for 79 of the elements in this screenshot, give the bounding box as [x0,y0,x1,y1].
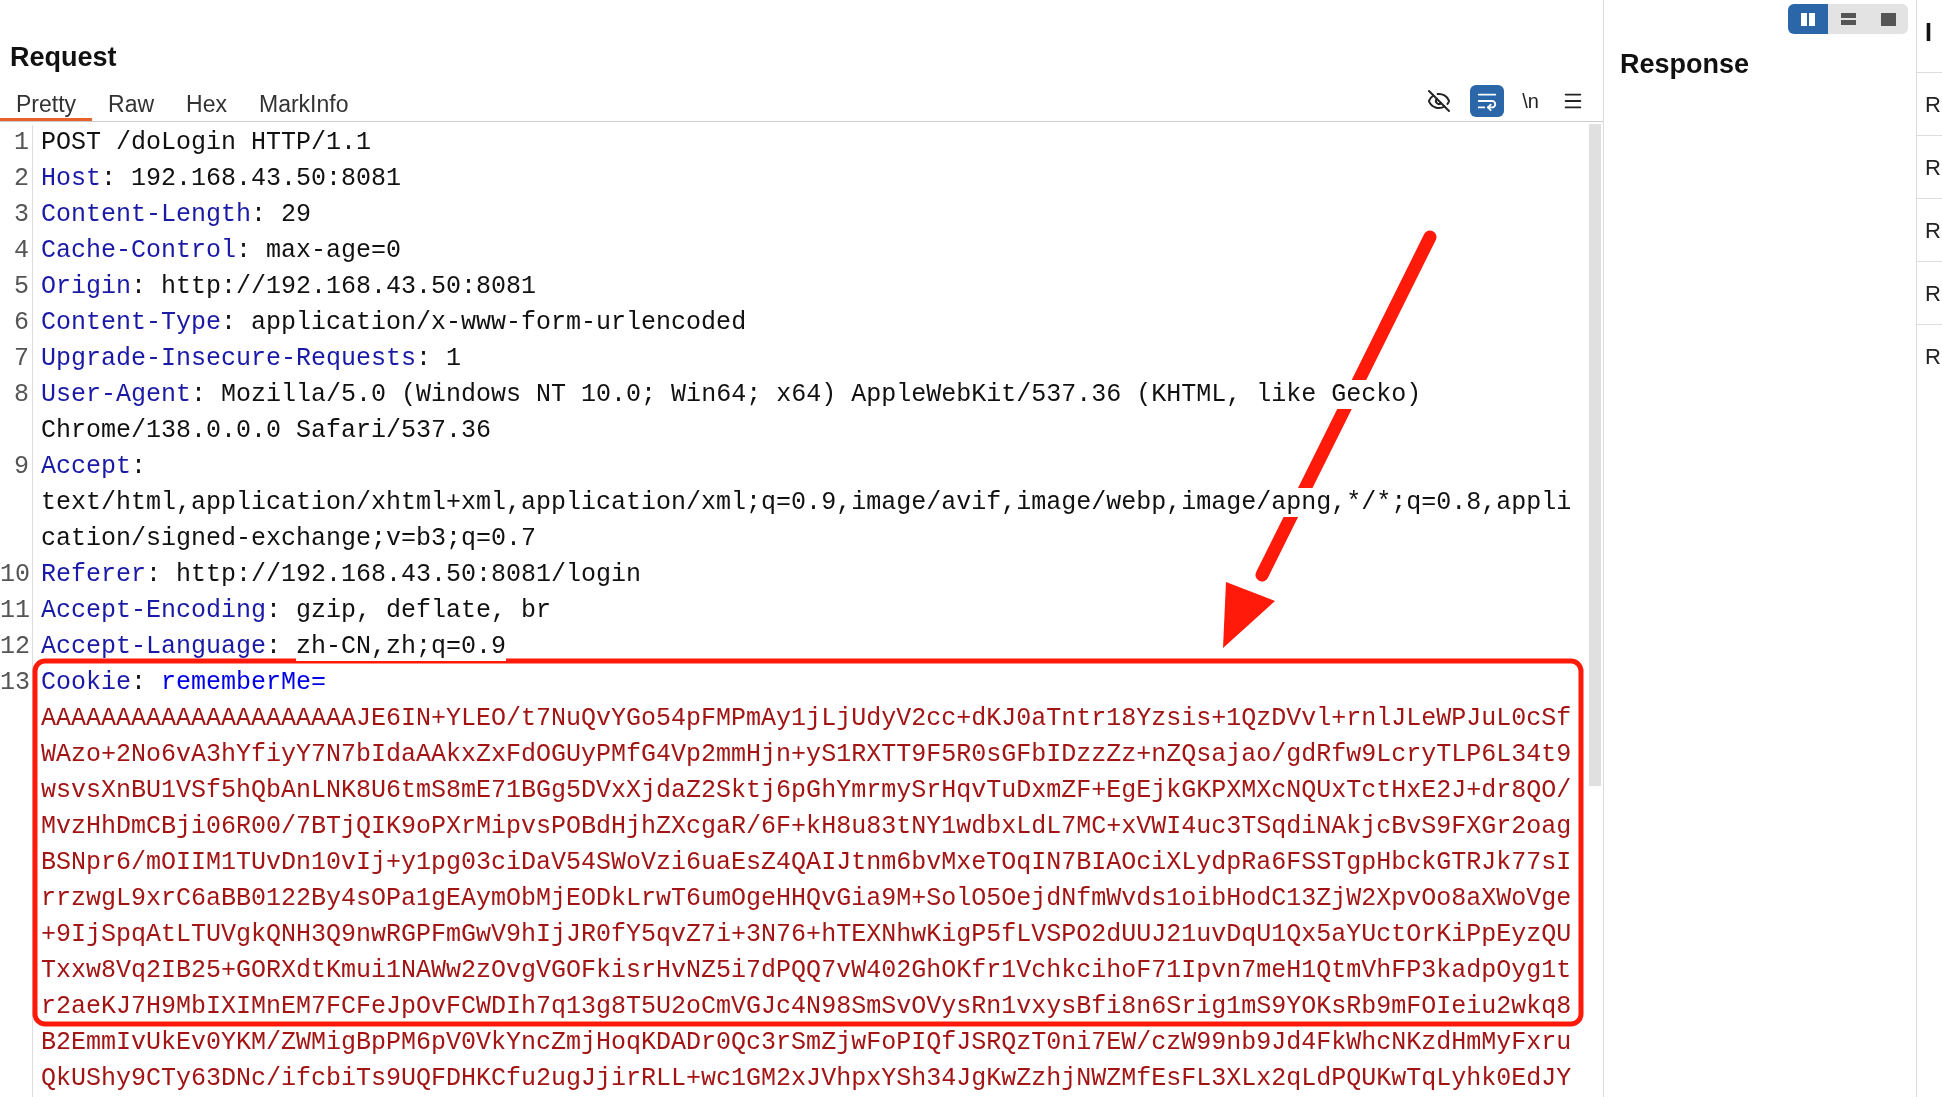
line-number: 1 [14,128,29,157]
editor-tab[interactable]: Pretty [0,87,93,121]
header-name: Origin [41,272,131,301]
line-number: 12 [0,632,30,661]
layout-toggle[interactable] [1828,4,1868,34]
header-separator: : [266,632,282,661]
header-separator: : [131,452,147,481]
columns-icon [1801,12,1815,26]
header-separator: : [146,560,162,589]
cookie-value: Txxw8Vq2IB25+GORXdtKmui1NAWw2zOvgVGOFkisrHvNZ5i7dPQQ7vW402GhOKfr1VchkcihoF71Ipvn7meH1QtmVhFP3kadpOyg1t [41,956,1572,985]
header-name: Host [41,164,101,193]
line-number: 11 [0,596,30,625]
layout-toggle[interactable] [1788,4,1828,34]
wrap-toggle[interactable] [1470,85,1505,117]
header-name: Accept-Language [41,632,267,661]
header-separator: : [266,596,282,625]
cookie-value: B2EmmIvUkEv0YKM/ZWMigBpPM6pV0VkYncZmjHoqKDADr0Qc3rSmZjwFoPIQfJSRQzT0ni7EW/czW99nb9Jd4FkWhcNKzdHmMyFxru [41,1028,1572,1057]
header-value: http://192.168.43.50:8081 [161,272,537,301]
line-number: 6 [14,308,29,337]
panel-title: Response [1619,48,1751,81]
header-value: application/x-www-form-urlencoded [251,308,747,337]
line-number: 13 [0,668,30,697]
cookie-value: MvzHhDmCBji06R00/7BTjQIK9oPXrMipvsPOBdHjhZXcgaR/6F+kH8u83tNY1wdbxLdL7MC+xVWI4uc3TSqdiNAkjcBvS9FXGr2oag [41,812,1572,841]
header-name: Accept-Encoding [41,596,267,625]
cookie-value: rrzwgL9xrC6aBB0122By4sOPa1gEAymObMjEODkLrwT6umOgeHHQvGia9M+SolO5OejdNfmWvds1oibHodC13ZjW2XpvOo8aXWoVge [41,884,1572,913]
header-name: Upgrade-Insecure-Requests [41,344,417,373]
scrollbar[interactable] [1589,124,1601,786]
header-separator: : [251,200,267,229]
header-separator: : [131,668,147,697]
header-value: cation/signed-exchange;v=b3;q=0.7 [41,524,537,553]
header-separator: : [236,236,252,265]
editor-tab[interactable]: MarkInfo [243,87,365,121]
header-name: Accept [41,452,131,481]
header-name: Content-Length [41,200,252,229]
cookie-value: AAAAAAAAAAAAAAAAAAAAAJE6IN+YLEO/t7NuQvYGo54pFMPmAy1jLjUdyV2cc+dKJ0aTntr18Yzsis+1QzDVvl+rnlJLeWPJuL0cSf [41,704,1572,733]
inspector-item[interactable]: R [1925,150,1941,184]
eye-off-icon [1427,89,1452,113]
cookie-value: QkUShy9CTy63DNc/ifcbiTs9UQFDHKCfu2ugJjirRLL+wc1GM2xJVhpxYSh34JgKwZzhjNWZMfEsFL3XLx2qLdPQUKwTqLyhk0EdJY [41,1064,1572,1093]
line-number: 9 [14,452,29,481]
inspector-title: I [1924,17,1933,48]
newline-toggle[interactable]: \n [1518,85,1543,117]
cookie-value: BSNpr6/mOIIM1TUvDn10vIj+y1pg03ciDaV54SWoVzi6uaEsZ4QAIJtnm6bvMxeTOqIN7BIAOciXLydpRa6FSSTgpHbckGTRJk77sI [41,848,1572,877]
inspector-item[interactable]: R [1925,87,1941,121]
rows-icon [1840,13,1856,25]
cookie-value: +9IjSpqAtLTUVgkQNH3Q9nwRGPFmGwV9hIjJR0fY5qvZ7i+3N76+hTEXNhwKigP5fLVSPO2dUUJ21uvDqU1Qx5aYUctOrKiPpEyzQU [41,920,1572,949]
header-separator: : [221,308,237,337]
editor-tab[interactable]: Raw [92,87,171,121]
inspector-item[interactable]: R [1925,339,1941,373]
cookie-value: WAzo+2No6vA3hYfiyY7N7bIdaAAkxZxFdOGUyPMfG4Vp2mmHjn+yS1RXTT9F5R0sGFbIDzzZz+nZQsajao/gdRfw9LcryTLP6L34t9 [41,740,1572,769]
cookie-value: wsvsXnBU1VSf5hQbAnLNK8U6tmS8mE71BGg5DVxXjdaZ2Sktj6pGhYmrmySrHqvTuDxmZF+EgEjkGKPXMXcNQUxTctHxE2J+dr8QO/ [41,776,1572,805]
line-number: 2 [14,164,29,193]
header-value: text/html,application/xhtml+xml,application/xml;q=0.9,image/avif,image/webp,image/apng,*/*;q=0.8,appli [41,488,1572,517]
line-number: 5 [14,272,29,301]
line-number: 3 [14,200,29,229]
square-icon [1880,12,1896,26]
line-number: 7 [14,344,29,373]
line-number: 8 [14,380,29,409]
header-name: Referer [41,560,147,589]
header-separator: : [191,380,207,409]
cookie-value: r2aeKJ7H9MbIXIMnEM7FCFeJpOvFCWDIh7q13g8T5U2oCmVGJc4N98SmSvOVysRn1vxysBfi8n6Srig1mS9YOKsRb9mFOIeiu2wkq8 [41,992,1572,1021]
header-name: Cache-Control [41,236,237,265]
editor-tab[interactable]: Hex [170,87,243,121]
header-value: gzip, deflate, br [296,596,552,625]
header-value: zh-CN,zh;q=0.9 [296,632,507,661]
header-separator: : [101,164,117,193]
line-number: 4 [14,236,29,265]
header-value: http://192.168.43.50:8081/login [176,560,642,589]
header-name: User-Agent [41,380,192,409]
header-separator: : [131,272,147,301]
inspector-item[interactable]: R [1925,213,1941,247]
header-name: Cookie [41,668,131,697]
header-separator: : [416,344,432,373]
line-number: 10 [0,560,30,589]
header-name: Content-Type [41,308,222,337]
panel-title: Request [9,44,118,71]
inspector-item[interactable]: R [1925,276,1941,310]
request-line: POST /doLogin HTTP/1.1 [41,128,372,157]
cookie-name: rememberMe= [161,668,327,697]
layout-toggle[interactable] [1868,4,1908,34]
